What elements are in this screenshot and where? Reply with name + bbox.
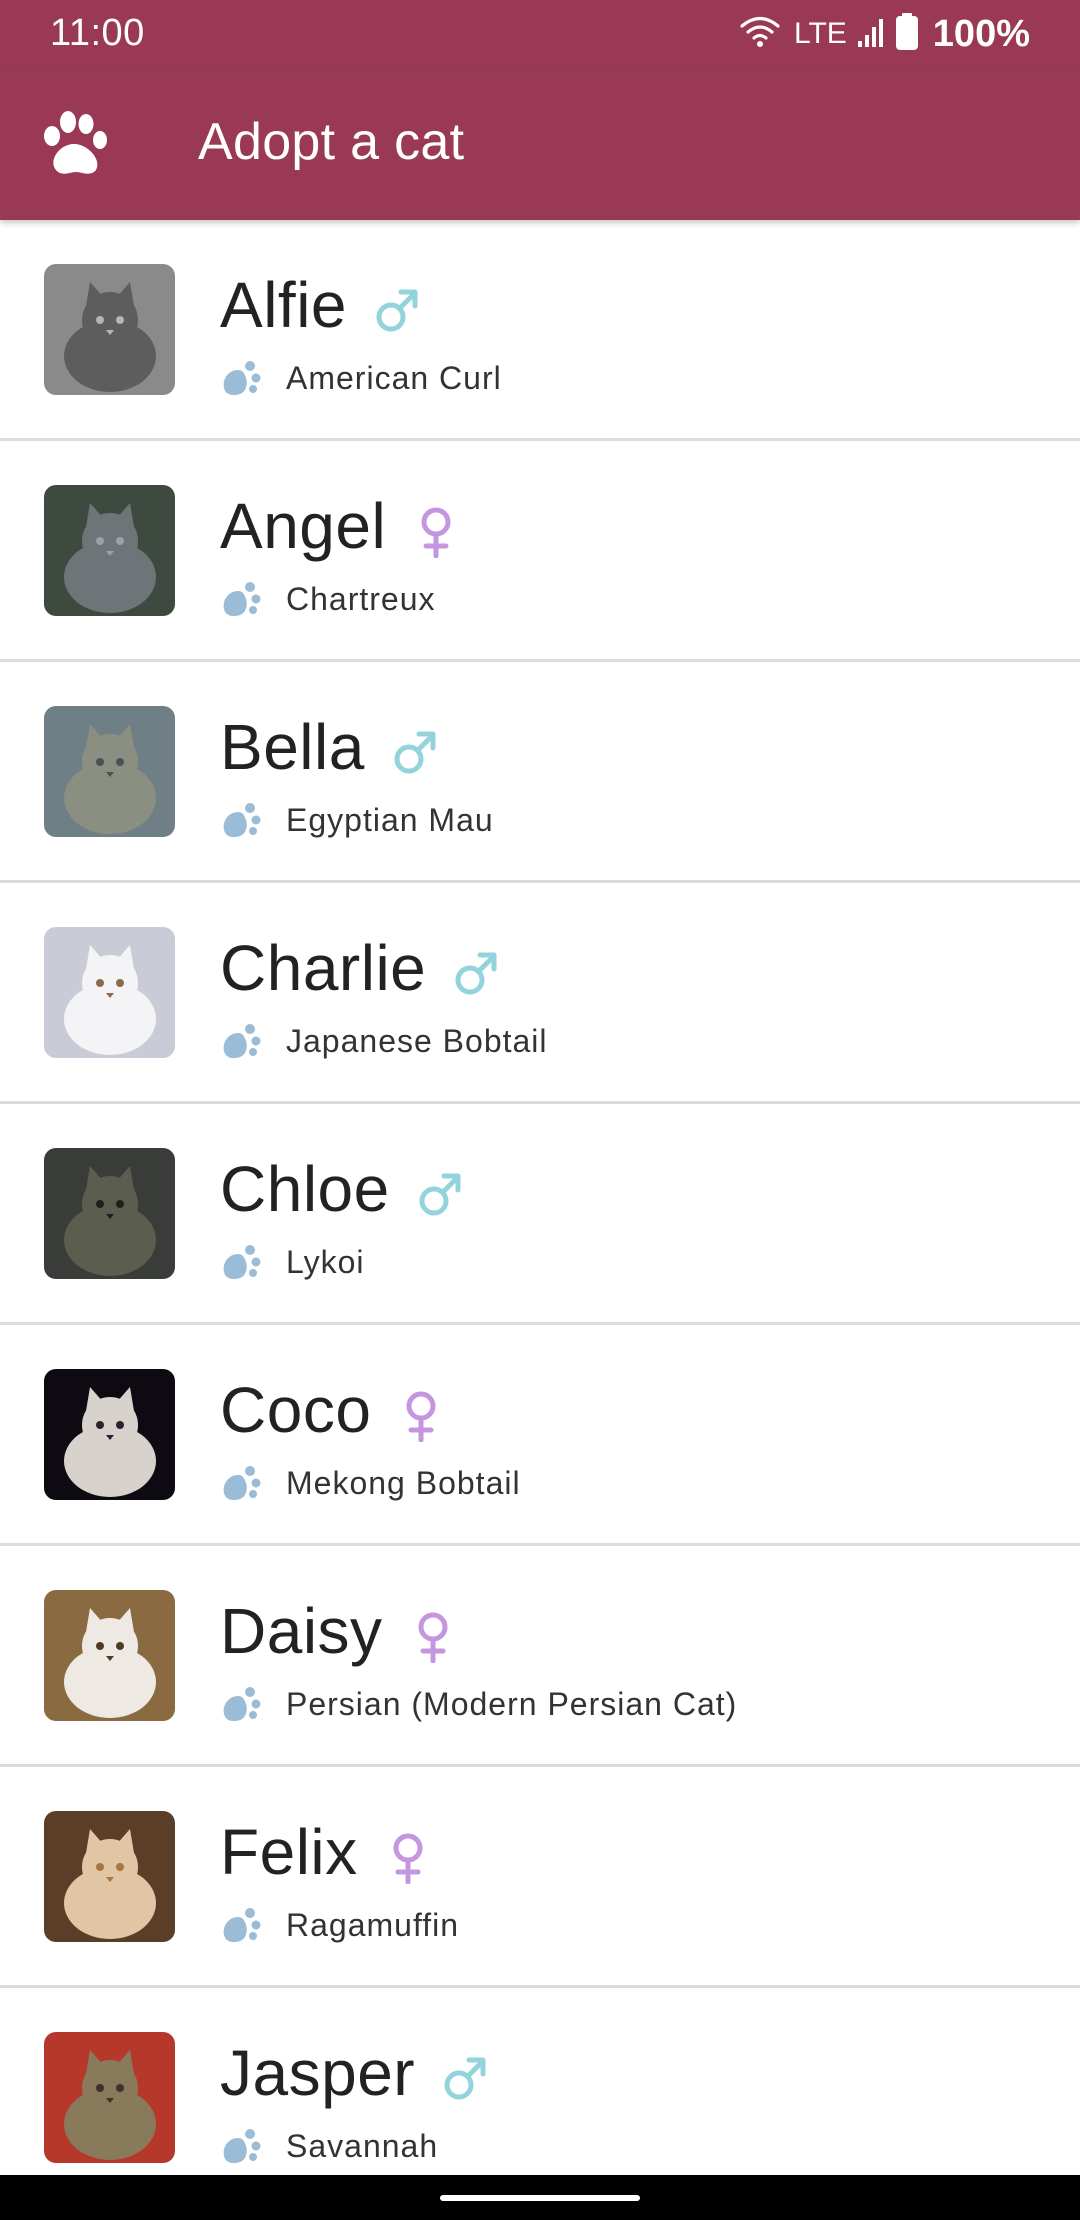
- paw-icon: [220, 1242, 262, 1282]
- signal-icon: [857, 15, 885, 54]
- female-icon: [397, 1383, 445, 1443]
- cat-row[interactable]: Angel Chartreux: [0, 441, 1080, 662]
- cat-row[interactable]: Alfie American Curl: [0, 220, 1080, 441]
- cat-photo: [44, 927, 175, 1058]
- paw-icon: [220, 1905, 262, 1945]
- cat-name-text: Felix: [220, 1816, 358, 1888]
- screen: 11:00 LTE 100% Adopt a cat Alfie America…: [0, 0, 1080, 2220]
- network-type: LTE: [794, 17, 847, 50]
- cat-row[interactable]: Felix Ragamuffin: [0, 1767, 1080, 1988]
- paw-icon: [220, 1463, 262, 1503]
- cat-name-text: Chloe: [220, 1153, 390, 1225]
- cat-name: Chloe: [220, 1152, 464, 1226]
- breed-line: American Curl: [220, 358, 502, 398]
- cat-breed: Lykoi: [286, 1243, 365, 1280]
- paw-icon: [220, 800, 262, 840]
- cat-name: Felix: [220, 1815, 432, 1889]
- cat-breed: Japanese Bobtail: [286, 1022, 548, 1059]
- cat-photo: [44, 264, 175, 395]
- male-icon: [416, 1162, 464, 1216]
- female-icon: [384, 1825, 432, 1885]
- cat-breed: Ragamuffin: [286, 1906, 460, 1943]
- cat-row[interactable]: Jasper Savannah: [0, 1988, 1080, 2175]
- cat-photo: [44, 485, 175, 616]
- wifi-icon: [740, 15, 780, 54]
- cat-name-text: Alfie: [220, 269, 347, 341]
- cat-name-text: Angel: [220, 490, 387, 562]
- breed-line: Lykoi: [220, 1242, 365, 1282]
- cat-name: Alfie: [220, 268, 421, 342]
- battery-level: 100%: [932, 12, 1030, 55]
- cat-photo: [44, 2032, 175, 2163]
- cat-row[interactable]: Coco Mekong Bobtail: [0, 1325, 1080, 1546]
- male-icon: [391, 720, 439, 774]
- paw-icon: [38, 108, 110, 180]
- paw-icon: [220, 579, 262, 619]
- navigation-bar: [0, 2175, 1080, 2220]
- cat-breed: Mekong Bobtail: [286, 1464, 521, 1501]
- cat-list[interactable]: Alfie American Curl Angel Chartreux Bell…: [0, 220, 1080, 2175]
- home-gesture-handle[interactable]: [440, 2195, 640, 2201]
- male-icon: [441, 2046, 489, 2100]
- cat-row[interactable]: Chloe Lykoi: [0, 1104, 1080, 1325]
- cat-breed: Egyptian Mau: [286, 801, 494, 838]
- cat-row[interactable]: Daisy Persian (Modern Persian Cat): [0, 1546, 1080, 1767]
- breed-line: Japanese Bobtail: [220, 1021, 548, 1061]
- cat-name-text: Jasper: [220, 2037, 416, 2109]
- male-icon: [373, 278, 421, 332]
- male-icon: [452, 941, 500, 995]
- breed-line: Chartreux: [220, 579, 436, 619]
- female-icon: [409, 1604, 457, 1664]
- cat-name-text: Coco: [220, 1374, 372, 1446]
- cat-name-text: Bella: [220, 711, 365, 783]
- paw-icon: [220, 358, 262, 398]
- battery-icon: [895, 12, 919, 56]
- status-time: 11:00: [50, 12, 145, 54]
- cat-name-text: Daisy: [220, 1595, 383, 1667]
- cat-name: Angel: [220, 489, 460, 563]
- cat-name: Daisy: [220, 1594, 457, 1668]
- cat-breed: Persian (Modern Persian Cat): [286, 1685, 738, 1722]
- breed-line: Mekong Bobtail: [220, 1463, 521, 1503]
- cat-breed: American Curl: [286, 359, 502, 396]
- female-icon: [412, 499, 460, 559]
- cat-photo: [44, 1590, 175, 1721]
- cat-breed: Chartreux: [286, 580, 436, 617]
- paw-icon: [220, 1684, 262, 1724]
- cat-name: Charlie: [220, 931, 500, 1005]
- breed-line: Egyptian Mau: [220, 800, 494, 840]
- app-bar: Adopt a cat: [0, 68, 1080, 220]
- cat-name: Bella: [220, 710, 439, 784]
- cat-row[interactable]: Bella Egyptian Mau: [0, 662, 1080, 883]
- breed-line: Ragamuffin: [220, 1905, 459, 1945]
- cat-name: Jasper: [220, 2036, 489, 2110]
- breed-line: Savannah: [220, 2126, 438, 2166]
- cat-name-text: Charlie: [220, 932, 427, 1004]
- cat-photo: [44, 1369, 175, 1500]
- status-bar: 11:00 LTE 100%: [0, 0, 1080, 68]
- cat-photo: [44, 1811, 175, 1942]
- cat-row[interactable]: Charlie Japanese Bobtail: [0, 883, 1080, 1104]
- paw-icon: [220, 1021, 262, 1061]
- cat-photo: [44, 706, 175, 837]
- breed-line: Persian (Modern Persian Cat): [220, 1684, 737, 1724]
- paw-icon: [220, 2126, 262, 2166]
- cat-breed: Savannah: [286, 2127, 439, 2164]
- status-icons: LTE 100%: [740, 10, 1030, 58]
- cat-photo: [44, 1148, 175, 1279]
- cat-name: Coco: [220, 1373, 445, 1447]
- app-title: Adopt a cat: [198, 113, 465, 171]
